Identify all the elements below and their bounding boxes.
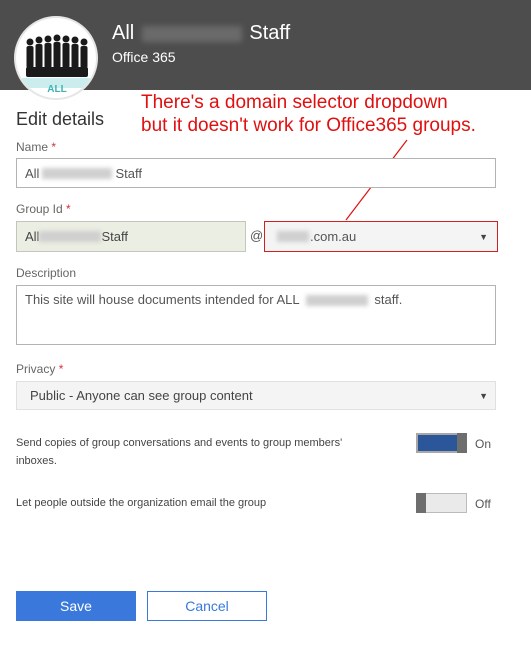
privacy-select[interactable]: Public - Anyone can see group content ▼ [16,381,496,410]
send-copies-toggle[interactable] [416,433,467,453]
group-subtitle: Office 365 [112,49,176,65]
group-people-logo: ALL [22,34,92,95]
group-title-prefix: All [112,22,135,44]
group-id-value-suffix: Staff [101,229,128,244]
name-value-suffix: Staff [115,165,142,181]
redacted-text [141,25,242,42]
chevron-down-icon: ▼ [479,232,488,242]
chevron-down-icon: ▼ [479,391,488,401]
annotation-callout: There's a domain selector dropdown but i… [141,91,526,137]
annotation-line-1: There's a domain selector dropdown [141,92,448,113]
group-id-input[interactable]: All Staff [16,221,246,252]
redacted-text [42,167,113,179]
send-copies-state: On [475,437,492,451]
name-input[interactable]: All Staff [16,158,496,188]
name-value-prefix: All [25,165,40,181]
page-title: Edit details [16,109,105,129]
toggle-thumb [457,433,467,453]
cancel-button[interactable]: Cancel [147,591,267,621]
group-title: All Staff [112,22,290,45]
toggle-thumb [416,493,426,513]
group-title-suffix: Staff [249,22,291,44]
domain-value: .com.au [310,229,357,244]
description-label: Description [16,266,77,280]
setting-send-copies-label: Send copies of group conversations and e… [16,437,343,467]
description-textarea[interactable]: This site will house documents intended … [16,285,496,345]
annotation-line-2: but it doesn't work for Office365 groups… [141,115,476,136]
redacted-text [39,231,102,242]
save-button[interactable]: Save [16,591,136,621]
name-label: Name * [16,140,57,154]
privacy-selected-value: Public - Anyone can see group content [30,388,253,403]
group-id-value-prefix: All [25,229,40,244]
group-id-label: Group Id * [16,202,71,216]
domain-select[interactable]: .com.au ▼ [264,221,498,252]
external-email-toggle[interactable] [416,493,467,513]
external-email-state: Off [475,497,491,511]
at-sign: @ [250,228,264,243]
avatar-text: ALL [47,84,66,95]
privacy-label: Privacy * [16,362,64,376]
description-value-prefix: This site will house documents intended … [25,292,300,307]
redacted-text [305,295,368,307]
setting-external-email-label: Let people outside the organization emai… [16,497,267,509]
group-avatar: ALL [14,16,98,100]
redacted-text [277,231,309,242]
description-value-suffix: staff. [374,292,403,307]
